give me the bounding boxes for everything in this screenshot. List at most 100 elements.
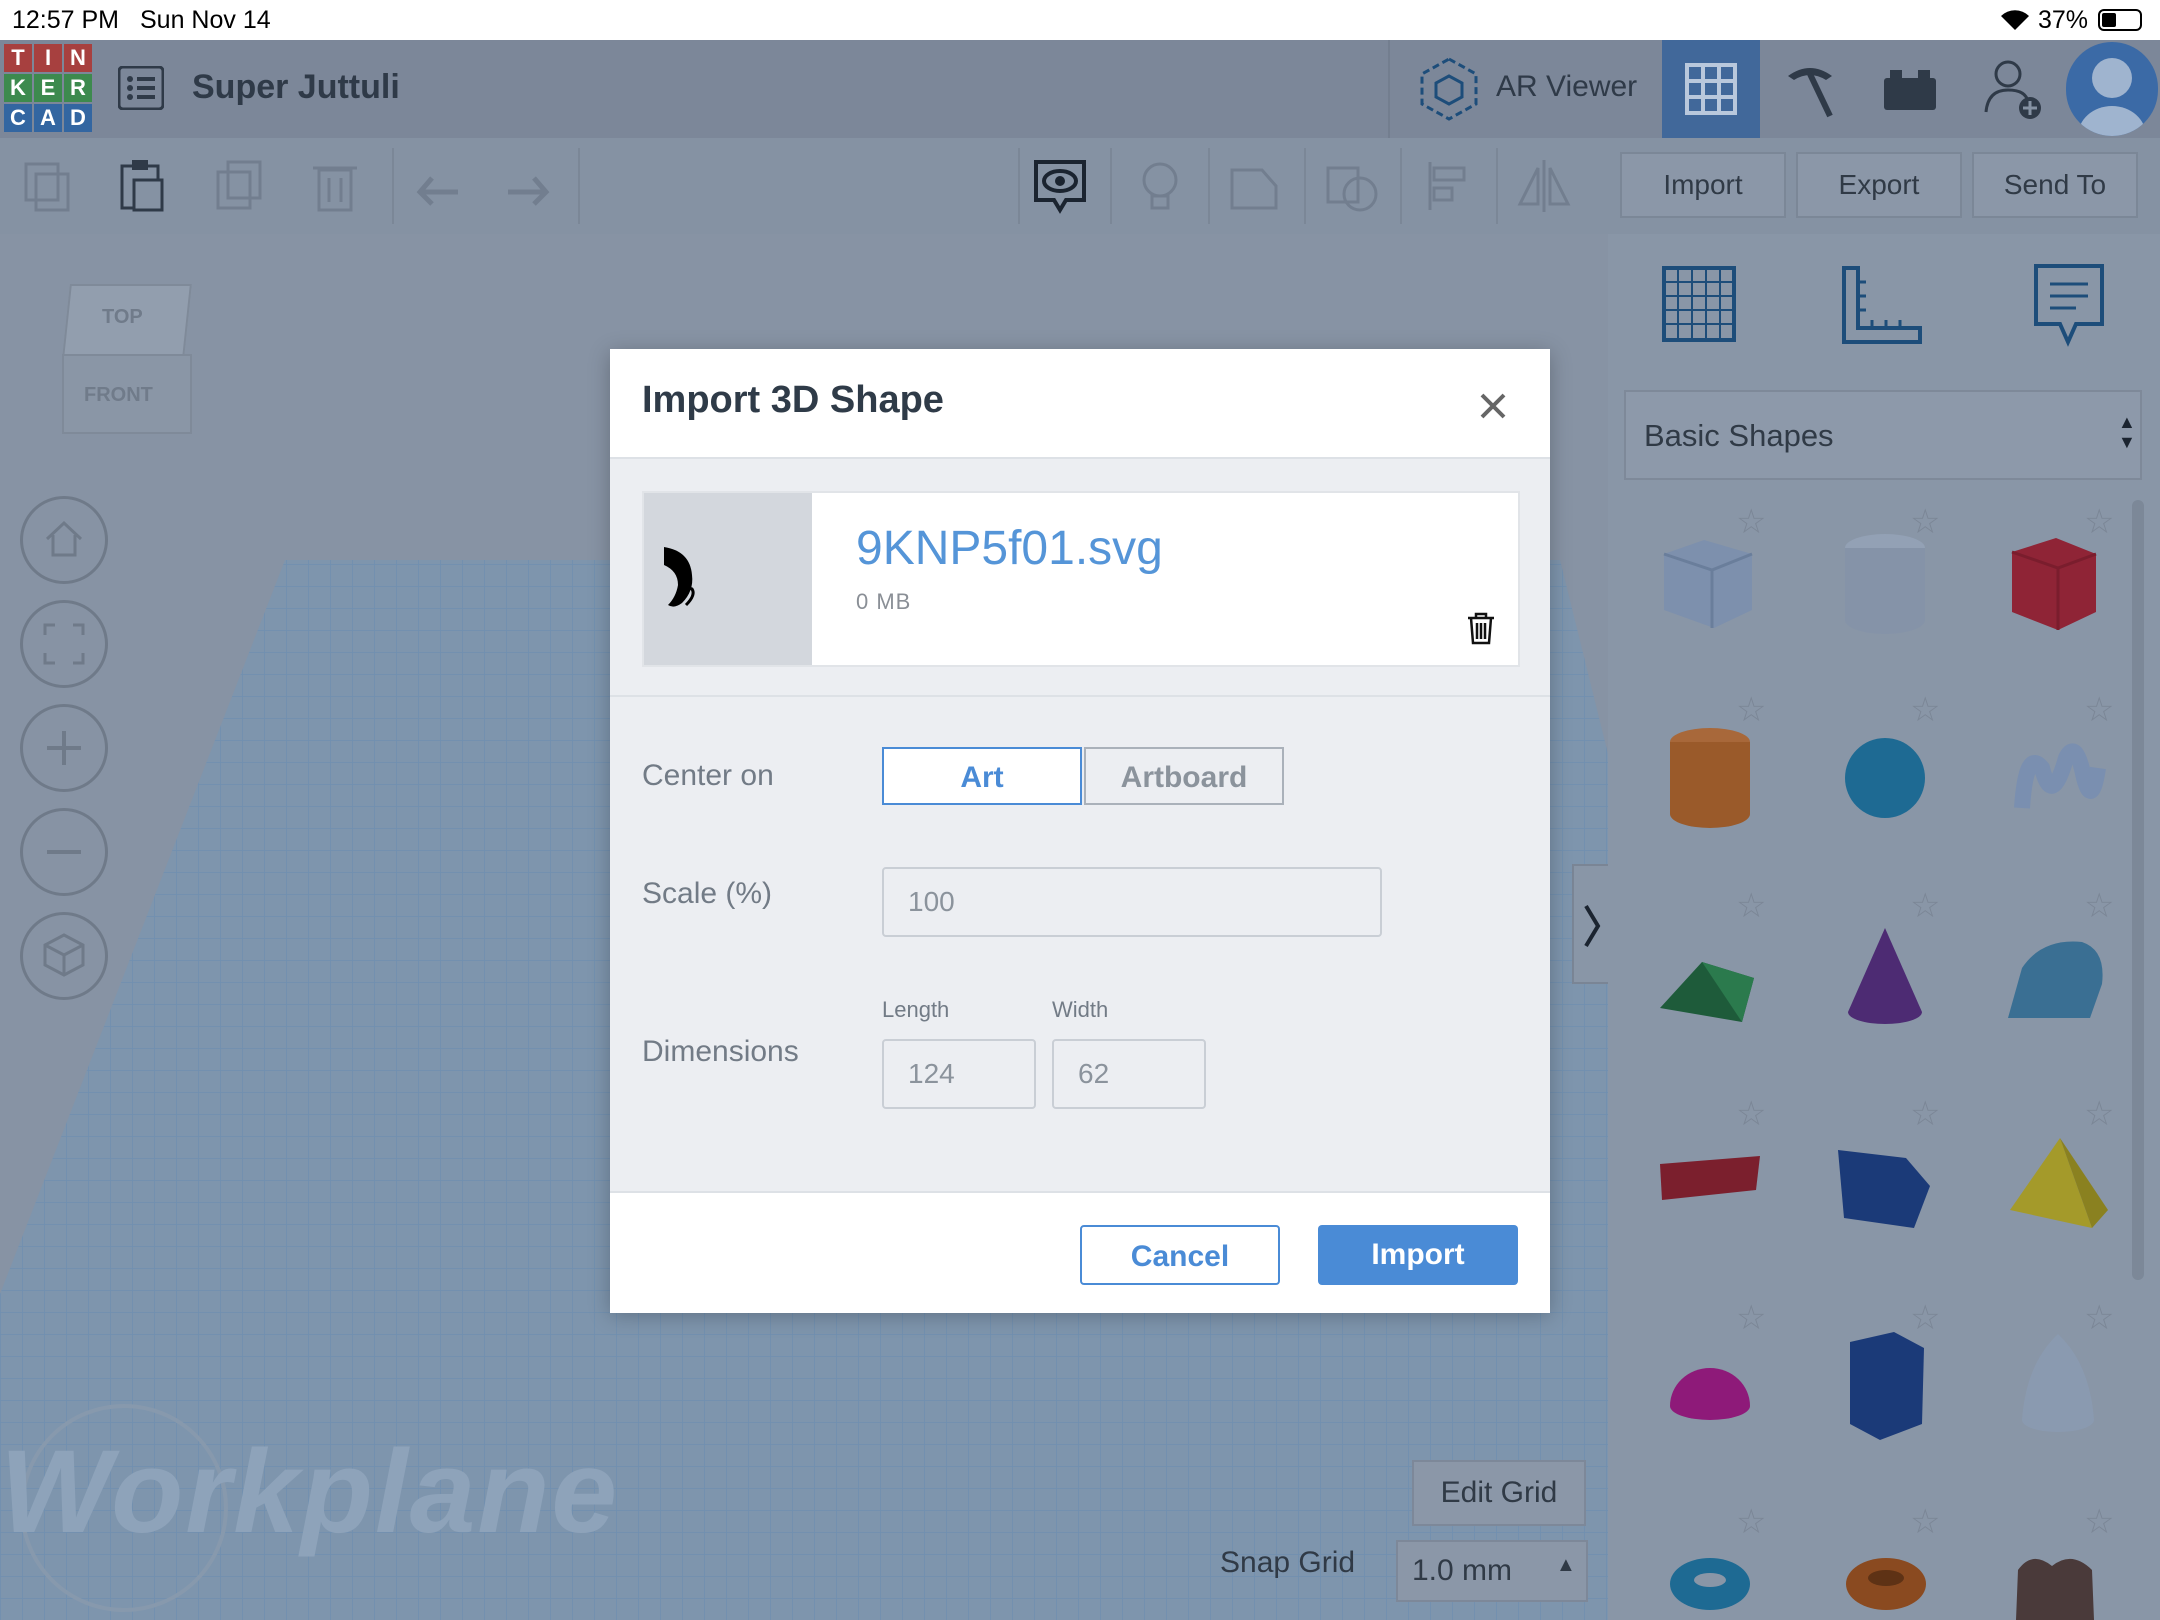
fit-view-button[interactable]: [20, 600, 108, 688]
close-icon[interactable]: [1478, 391, 1508, 421]
shape-torus[interactable]: [1656, 1544, 1766, 1620]
ungroup-icon[interactable]: [1322, 156, 1382, 216]
shape-scribble[interactable]: [2002, 718, 2112, 838]
shape-cone[interactable]: [1830, 918, 1940, 1038]
fit-all-icon: [43, 623, 85, 665]
scale-label: Scale (%): [642, 877, 773, 910]
shape-heart[interactable]: [2002, 1540, 2112, 1620]
redo-icon[interactable]: [498, 156, 558, 216]
3d-design-view-button[interactable]: [1662, 40, 1760, 138]
cancel-button[interactable]: Cancel: [1080, 1225, 1280, 1285]
length-input[interactable]: [882, 1039, 1036, 1109]
ruler-icon[interactable]: [1840, 264, 1924, 348]
home-view-button[interactable]: [20, 496, 108, 584]
design-list-icon[interactable]: [118, 66, 164, 110]
svg-preview-image: [664, 547, 695, 607]
dimensions-label: Dimensions: [642, 1035, 799, 1068]
category-label: Basic Shapes: [1644, 418, 1834, 453]
shape-pyramid[interactable]: [2002, 1124, 2112, 1244]
shapes-panel: Basic Shapes ▲ ▼ ☆ ☆ ☆ ☆ ☆ ☆ ☆ ☆ ☆ ☆ ☆ ☆ …: [1608, 234, 2160, 1620]
perspective-button[interactable]: [20, 912, 108, 1000]
copy-icon[interactable]: [18, 156, 78, 216]
tinkercad-logo[interactable]: T I N K E R C A D: [4, 44, 94, 134]
panel-scrollbar[interactable]: [2132, 500, 2144, 1280]
center-artboard-option[interactable]: Artboard: [1084, 747, 1284, 805]
shape-box-red[interactable]: [1998, 524, 2108, 644]
scale-input[interactable]: [882, 867, 1382, 937]
panel-toggle-tab[interactable]: [1572, 864, 1608, 984]
shape-sphere[interactable]: [1830, 718, 1940, 838]
workplane-watermark: Workplane: [0, 1426, 620, 1558]
shape-half-sphere[interactable]: [1656, 1334, 1766, 1454]
import-button[interactable]: Import: [1620, 152, 1786, 218]
view-cube-front: FRONT: [84, 384, 153, 406]
paste-icon[interactable]: [112, 156, 172, 216]
shape-text[interactable]: [1656, 1124, 1766, 1244]
light-bulb-icon[interactable]: [1130, 156, 1190, 216]
updown-arrows-icon: ▲ ▼: [2118, 412, 2136, 452]
shape-polygon[interactable]: [1830, 1124, 1940, 1244]
shape-cylinder-orange[interactable]: [1656, 718, 1766, 838]
ar-viewer-icon[interactable]: [1418, 56, 1480, 122]
dialog-header: Import 3D Shape: [610, 349, 1550, 459]
undo-icon[interactable]: [408, 156, 468, 216]
status-date: Sun Nov 14: [140, 6, 271, 34]
edit-grid-button[interactable]: Edit Grid: [1412, 1460, 1586, 1526]
favorite-star-icon[interactable]: ☆: [1736, 1502, 1766, 1542]
snap-grid-label: Snap Grid: [1220, 1546, 1356, 1579]
cube-outline-icon: [43, 933, 85, 977]
add-user-icon[interactable]: [1984, 58, 2044, 122]
favorite-star-icon[interactable]: ☆: [1736, 1298, 1766, 1338]
length-label: Length: [882, 997, 950, 1022]
ar-viewer-label[interactable]: AR Viewer: [1496, 70, 1637, 104]
mirror-icon[interactable]: [1514, 156, 1574, 216]
center-art-option[interactable]: Art: [882, 747, 1082, 805]
shape-category-select[interactable]: Basic Shapes ▲ ▼: [1624, 390, 2142, 480]
wifi-icon: [2001, 10, 2029, 30]
zoom-in-button[interactable]: [20, 704, 108, 792]
center-on-label: Center on: [642, 759, 774, 792]
shape-round-roof[interactable]: [2002, 918, 2112, 1038]
import-confirm-button[interactable]: Import: [1318, 1225, 1518, 1285]
view-cube-top: TOP: [102, 306, 143, 328]
send-to-button[interactable]: Send To: [1972, 152, 2138, 218]
workplane-grid-icon[interactable]: [1656, 262, 1740, 346]
align-icon[interactable]: [1420, 156, 1480, 216]
export-button[interactable]: Export: [1796, 152, 1962, 218]
favorite-star-icon[interactable]: ☆: [1910, 1502, 1940, 1542]
chevron-right-icon: [1584, 904, 1601, 948]
width-input[interactable]: [1052, 1039, 1206, 1109]
shape-roof[interactable]: [1656, 918, 1766, 1038]
edit-toolbar: Import Export Send To: [0, 138, 2160, 236]
shape-box[interactable]: [1654, 524, 1764, 644]
trash-icon[interactable]: [1466, 611, 1496, 645]
zoom-out-button[interactable]: [20, 808, 108, 896]
duplicate-icon[interactable]: [210, 156, 270, 216]
dialog-footer: Cancel Import: [610, 1191, 1550, 1313]
group-icon[interactable]: [1226, 156, 1286, 216]
bricks-icon[interactable]: [1882, 68, 1938, 112]
file-name: 9KNP5f01.svg: [856, 522, 1163, 575]
favorite-star-icon[interactable]: ☆: [2084, 1502, 2114, 1542]
pickaxe-icon[interactable]: [1780, 60, 1838, 118]
avatar[interactable]: [2066, 42, 2158, 136]
caret-up-icon: ▲: [1556, 1554, 1576, 1576]
shape-hexagonal-prism[interactable]: [1830, 1324, 1940, 1444]
minus-icon: [47, 850, 81, 854]
project-name[interactable]: Super Juttuli: [192, 68, 400, 107]
import-dialog: Import 3D Shape 9KNP5f01.svg 0 MB Center…: [610, 349, 1550, 1313]
status-time: 12:57 PM: [12, 6, 120, 34]
shape-cylinder[interactable]: [1830, 524, 1940, 644]
snap-grid-select[interactable]: 1.0 mm ▲: [1396, 1540, 1588, 1602]
view-cube[interactable]: TOP FRONT: [60, 284, 192, 434]
delete-icon[interactable]: [305, 156, 365, 216]
plus-icon: [47, 731, 81, 765]
battery-percent: 37%: [2038, 6, 2089, 34]
file-size: 0 MB: [856, 589, 912, 614]
battery-icon: [2098, 9, 2142, 31]
shape-paraboloid[interactable]: [2002, 1324, 2112, 1444]
notes-toggle-icon[interactable]: [1030, 154, 1090, 214]
top-bar: T I N K E R C A D Super Juttuli AR Viewe…: [0, 40, 2160, 138]
shape-tube[interactable]: [1830, 1544, 1940, 1620]
notes-icon[interactable]: [2032, 262, 2106, 348]
